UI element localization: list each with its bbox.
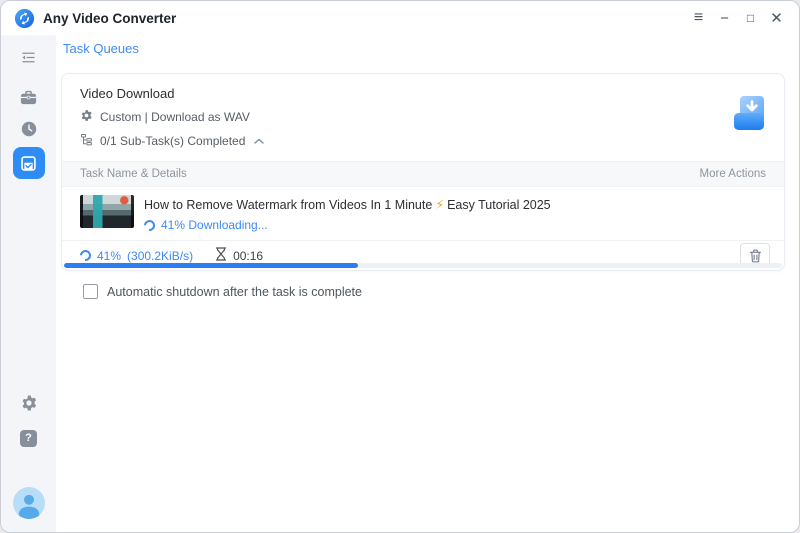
maximize-icon[interactable]: □ [742,7,759,29]
sidebar: ? [1,35,56,532]
profile-row: Custom | Download as WAV [80,109,766,125]
hourglass-icon [215,247,227,264]
app-window: Any Video Converter ≡ − □ ✕ ? Task Queue… [0,0,800,533]
task-queue-icon[interactable] [12,147,45,179]
trash-icon [749,249,761,262]
shutdown-label: Automatic shutdown after the task is com… [107,284,362,299]
chevron-up-icon[interactable] [254,138,265,144]
download-progress-bar [64,263,782,268]
download-speed: (300.2KiB/s) [127,248,194,263]
download-tray-icon [730,94,770,141]
elapsed-time: 00:16 [233,248,264,263]
task-row: How to Remove Watermark from Videos In 1… [62,187,784,240]
help-question-glyph: ? [20,429,37,447]
spinner-icon [77,247,94,264]
column-task-name: Task Name & Details [80,168,187,180]
app-title: Any Video Converter [43,10,177,26]
inline-status-text: 41% Downloading... [161,218,268,232]
toolbox-icon[interactable] [13,81,45,113]
minimize-icon[interactable]: − [716,7,733,29]
task-group-title: Video Download [80,86,175,101]
subtask-row: 0/1 Sub-Task(s) Completed [80,133,766,149]
profile-gear-icon [80,109,93,125]
download-progress-fill [64,263,359,268]
page-title: Task Queues [63,41,139,56]
collapse-sidebar-icon[interactable] [13,41,45,73]
profile-info: Custom | Download as WAV [100,110,250,124]
help-icon[interactable]: ? [13,422,45,454]
close-icon[interactable]: ✕ [768,7,785,29]
title-bar: Any Video Converter ≡ − □ ✕ [1,1,799,35]
task-table-header: Task Name & Details More Actions [62,161,784,187]
column-more-actions: More Actions [699,168,766,180]
download-task-card: Video Download Custom | Download as WAV [61,73,785,271]
shutdown-option-row: Automatic shutdown after the task is com… [83,284,362,299]
progress-percent: 41% [97,248,122,263]
avatar-person-icon [12,487,45,519]
task-inline-status: 41% Downloading... [141,217,551,233]
history-clock-icon[interactable] [13,113,45,145]
shutdown-checkbox[interactable] [83,284,98,299]
video-thumbnail [80,195,134,228]
settings-gear-icon[interactable] [13,387,45,419]
spinner-icon [141,217,158,233]
user-avatar[interactable] [12,487,45,519]
main-panel: Task Queues Video Download Custom | Down… [56,35,799,532]
window-controls: ≡ − □ ✕ [690,7,785,29]
subtask-summary: 0/1 Sub-Task(s) Completed [100,134,246,148]
task-title: How to Remove Watermark from Videos In 1… [144,198,551,212]
app-logo-icon [14,8,35,29]
lightning-bolt-glyph: ⚡ [435,198,445,212]
menu-icon[interactable]: ≡ [690,7,707,29]
subtask-tree-icon [80,133,93,149]
